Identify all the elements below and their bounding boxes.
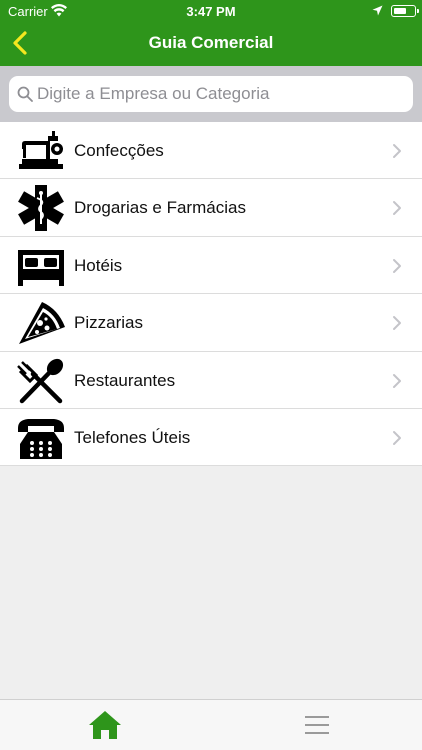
status-bar: Carrier 3:47 PM — [0, 0, 422, 22]
chevron-right-icon — [393, 373, 401, 388]
navigation-bar: Carrier 3:47 PM Guia Comercial — [0, 0, 422, 66]
list-item-hoteis[interactable]: Hotéis — [0, 237, 422, 295]
chevron-right-icon — [393, 144, 401, 158]
list-item-label: Pizzarias — [74, 313, 143, 333]
list-item-pizzarias[interactable]: Pizzarias — [0, 294, 422, 352]
page-title: Guia Comercial — [148, 33, 274, 52]
pizza-slice-icon — [19, 302, 65, 345]
location-arrow-icon — [372, 5, 383, 16]
list-item-label: Restaurantes — [74, 370, 176, 390]
sewing-machine-icon — [19, 131, 63, 169]
category-list: Confecções Drogarias e Farmácias Hotéis … — [0, 122, 422, 467]
chevron-right-icon — [393, 201, 401, 216]
telephone-icon — [18, 418, 64, 459]
fork-spoon-icon — [17, 358, 64, 403]
list-item-label: Hotéis — [74, 255, 123, 275]
list-item-restaurantes[interactable]: Restaurantes — [0, 352, 422, 409]
list-item-telefones[interactable]: Telefones Úteis — [0, 409, 422, 467]
list-item-label: Telefones Úteis — [74, 427, 191, 447]
tab-bar — [0, 699, 422, 750]
list-item-drogarias[interactable]: Drogarias e Farmácias — [0, 179, 422, 237]
chevron-right-icon — [393, 258, 401, 273]
list-item-confeccoes[interactable]: Confecções — [0, 122, 422, 180]
list-item-label: Confecções — [74, 141, 164, 160]
battery-icon — [391, 5, 419, 17]
chevron-right-icon — [393, 316, 401, 331]
search-bar — [0, 66, 422, 122]
clock: 3:47 PM — [186, 4, 236, 19]
search-input[interactable] — [37, 76, 407, 112]
list-item-label: Drogarias e Farmácias — [74, 198, 246, 218]
menu-icon[interactable] — [304, 714, 330, 736]
search-icon — [17, 86, 33, 102]
search-field[interactable] — [9, 76, 413, 112]
bed-icon — [18, 249, 64, 286]
chevron-right-icon — [393, 430, 401, 445]
home-icon[interactable] — [88, 710, 122, 740]
star-of-life-icon — [18, 185, 64, 232]
